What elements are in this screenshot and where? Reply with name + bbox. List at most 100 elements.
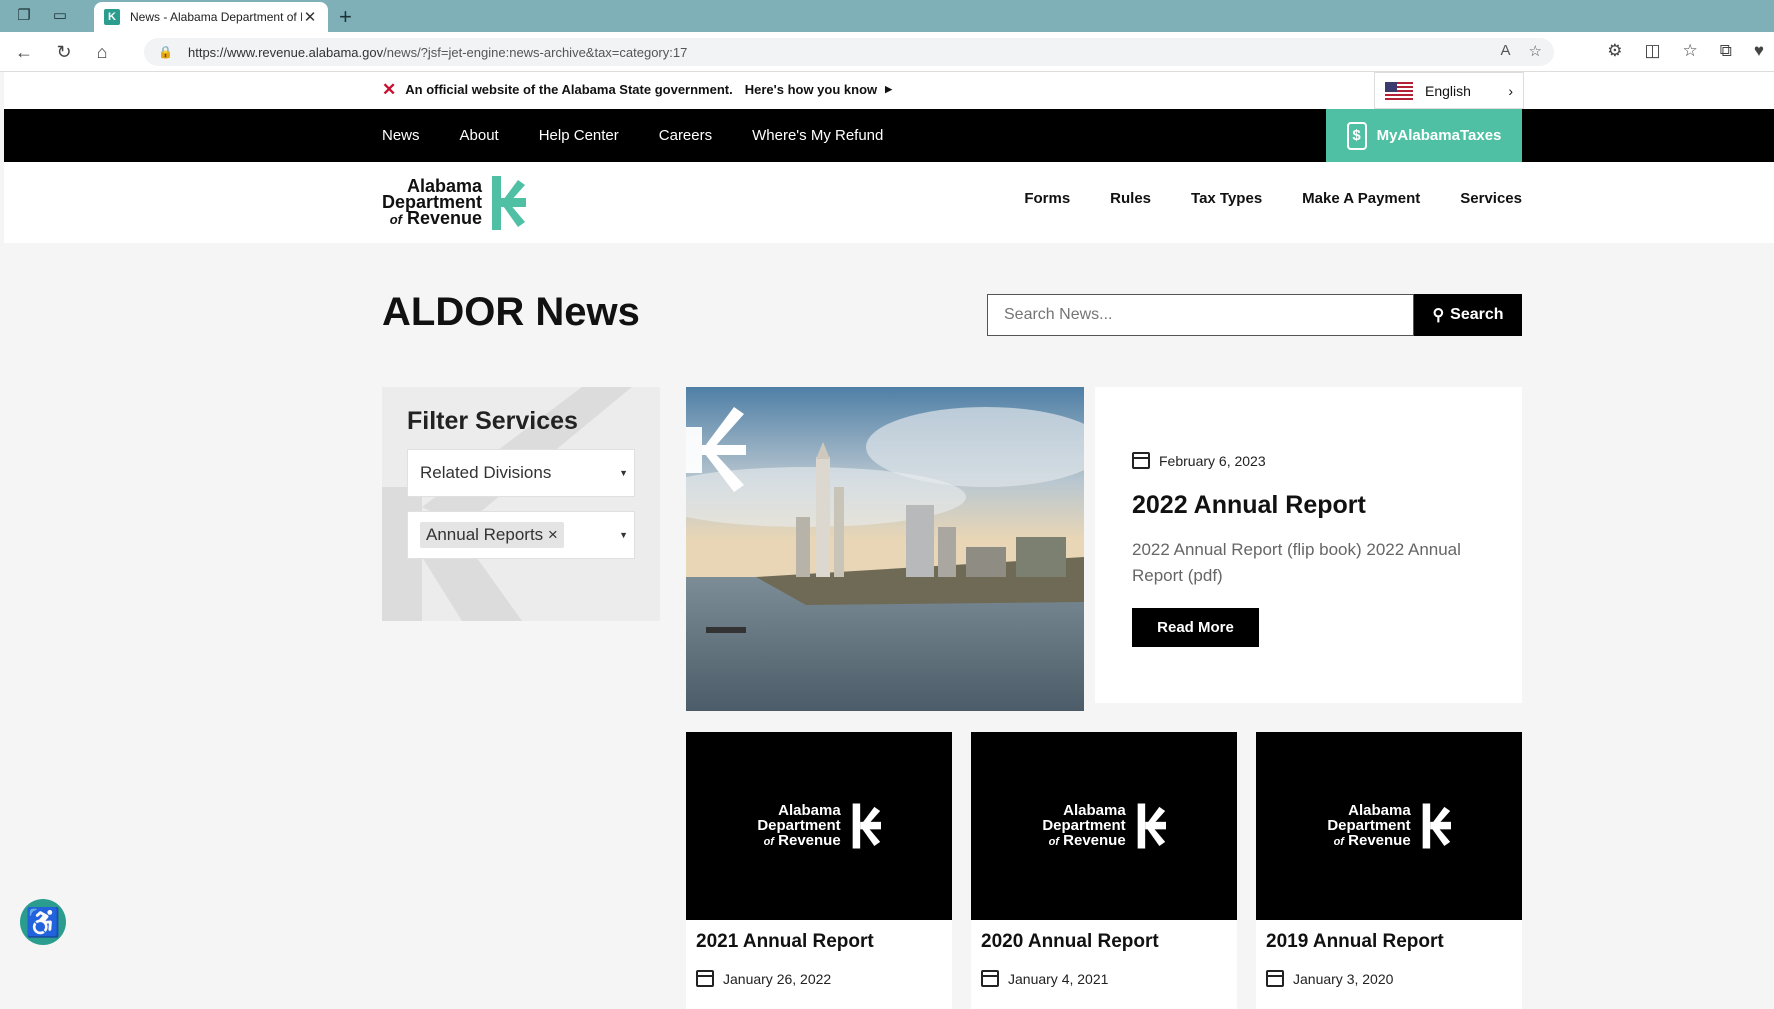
dropdown-arrow-icon: ▼ xyxy=(619,530,628,540)
logo-k-icon xyxy=(852,803,881,849)
logo-of: of xyxy=(389,212,402,227)
thumb-logo-line-revenue: Revenue xyxy=(778,831,841,849)
browser-toolbar: ⚙ ◫ ☆ ⧉ ♥ xyxy=(1607,41,1764,61)
new-tab-icon[interactable]: + xyxy=(339,4,352,30)
dropdown-arrow-icon: ▼ xyxy=(619,468,628,478)
featured-date-text: February 6, 2023 xyxy=(1159,452,1266,469)
featured-title[interactable]: 2022 Annual Report xyxy=(1132,491,1366,520)
card-date-text: January 26, 2022 xyxy=(723,970,832,987)
card-title[interactable]: 2020 Annual Report xyxy=(981,931,1159,953)
search-icon: ⚲ xyxy=(1432,307,1445,324)
card-thumbnail[interactable]: Alabama Department of Revenue xyxy=(971,732,1237,920)
card-date-text: January 4, 2021 xyxy=(1008,970,1109,987)
chevron-right-icon: › xyxy=(1508,82,1513,99)
search-button[interactable]: ⚲ Search xyxy=(1414,294,1522,336)
my-alabama-taxes-label: MyAlabamaTaxes xyxy=(1376,127,1502,144)
thumb-logo-of: of xyxy=(763,835,774,848)
home-icon[interactable]: ⌂ xyxy=(90,40,114,64)
nav-tax-types[interactable]: Tax Types xyxy=(1191,190,1262,207)
thumb-logo-line-revenue: Revenue xyxy=(1348,831,1411,849)
featured-date: February 6, 2023 xyxy=(1132,452,1266,469)
split-screen-icon[interactable]: ◫ xyxy=(1644,41,1660,61)
refresh-icon[interactable]: ↻ xyxy=(52,40,76,64)
card-thumbnail[interactable]: Alabama Department of Revenue xyxy=(686,732,952,920)
filter-title: Filter Services xyxy=(407,407,578,435)
web-page: ✕ An official website of the Alabama Sta… xyxy=(4,72,1774,1009)
address-bar-row: ← ↻ ⌂ 🔒 https://www.revenue.alabama.gov /… xyxy=(0,32,1774,72)
filter-panel: Filter Services Related Divisions ▼ Annu… xyxy=(382,387,660,621)
url-path: /news/?jsf=jet-engine:news-archive&tax=c… xyxy=(383,44,688,60)
thumb-logo-line-alabama: Alabama xyxy=(1348,801,1411,819)
category-select[interactable]: Annual Reports × ▼ xyxy=(407,511,635,559)
url-host: https://www.revenue.alabama.gov xyxy=(188,44,384,60)
remove-chip-icon[interactable]: × xyxy=(548,525,558,544)
heres-how-you-know-link[interactable]: Here's how you know xyxy=(745,82,877,97)
collections-icon[interactable]: ⧉ xyxy=(1720,41,1732,61)
search-button-label: Search xyxy=(1450,306,1504,323)
news-card[interactable]: Alabama Department of Revenue 2021 Annual … xyxy=(686,732,952,1009)
accessibility-icon[interactable]: ♿ xyxy=(20,899,66,945)
calendar-icon xyxy=(1266,970,1284,987)
related-divisions-label: Related Divisions xyxy=(420,463,552,482)
selected-category-label: Annual Reports xyxy=(426,525,544,544)
nav-news[interactable]: News xyxy=(382,127,420,144)
us-flag-icon xyxy=(1385,81,1413,100)
browser-tab[interactable]: K News - Alabama Department of Revenue ✕ xyxy=(94,2,328,32)
browser-essentials-icon[interactable]: ♥ xyxy=(1754,41,1764,61)
search-news-input[interactable] xyxy=(987,294,1414,336)
news-card[interactable]: Alabama Department of Revenue 2020 Annual … xyxy=(971,732,1237,1009)
favorites-icon[interactable]: ☆ xyxy=(1683,41,1698,61)
thumb-logo-of: of xyxy=(1048,835,1059,848)
language-selector[interactable]: English › xyxy=(1374,72,1524,109)
news-card[interactable]: Alabama Department of Revenue 2019 Annual … xyxy=(1256,732,1522,1009)
my-alabama-taxes-button[interactable]: $ MyAlabamaTaxes xyxy=(1326,109,1522,162)
selected-category-chip: Annual Reports × xyxy=(420,522,564,548)
browser-tab-bar: ❐ ▭ K News - Alabama Department of Reven… xyxy=(0,0,1774,32)
read-aloud-icon[interactable]: A xyxy=(1501,42,1511,60)
main-nav: Forms Rules Tax Types Make A Payment Ser… xyxy=(1024,190,1522,207)
card-date-text: January 3, 2020 xyxy=(1293,970,1394,987)
nav-help-center[interactable]: Help Center xyxy=(539,127,619,144)
url-field[interactable]: 🔒 https://www.revenue.alabama.gov/news/?… xyxy=(144,38,1554,66)
tab-title: News - Alabama Department of Revenue xyxy=(130,10,302,24)
nav-rules[interactable]: Rules xyxy=(1110,190,1151,207)
read-more-button[interactable]: Read More xyxy=(1132,608,1259,647)
favorite-star-icon[interactable]: ☆ xyxy=(1529,42,1542,60)
official-site-text: An official website of the Alabama State… xyxy=(405,82,733,97)
page-title: ALDOR News xyxy=(382,290,640,334)
calendar-icon xyxy=(696,970,714,987)
logo-k-icon xyxy=(492,176,527,230)
logo-k-icon xyxy=(1422,803,1451,849)
lock-icon[interactable]: 🔒 xyxy=(158,45,173,59)
logo-line-revenue: Revenue xyxy=(406,208,483,228)
featured-image[interactable] xyxy=(686,387,1084,711)
nav-careers[interactable]: Careers xyxy=(659,127,712,144)
related-divisions-select[interactable]: Related Divisions ▼ xyxy=(407,449,635,497)
card-title[interactable]: 2021 Annual Report xyxy=(696,931,874,953)
nav-services[interactable]: Services xyxy=(1460,190,1522,207)
calendar-icon xyxy=(1132,452,1150,469)
extensions-icon[interactable]: ⚙ xyxy=(1607,41,1622,61)
workspaces-icon[interactable]: ❐ xyxy=(15,7,33,25)
dollar-icon: $ xyxy=(1346,121,1367,150)
nav-about[interactable]: About xyxy=(460,127,499,144)
thumb-logo-line-department: Department xyxy=(1042,816,1126,834)
featured-excerpt: 2022 Annual Report (flip book) 2022 Annu… xyxy=(1132,540,1461,585)
thumb-logo-line-department: Department xyxy=(1327,816,1411,834)
gov-banner: ✕ An official website of the Alabama Sta… xyxy=(4,72,1774,109)
back-icon[interactable]: ← xyxy=(12,40,36,64)
thumb-logo-line-alabama: Alabama xyxy=(1063,801,1126,819)
close-tab-icon[interactable]: ✕ xyxy=(302,8,318,26)
nav-wheres-my-refund[interactable]: Where's My Refund xyxy=(752,127,883,144)
nav-make-a-payment[interactable]: Make A Payment xyxy=(1302,190,1420,207)
site-logo[interactable]: Alabama Department of Revenue xyxy=(382,176,527,230)
language-label: English xyxy=(1425,82,1471,99)
calendar-icon xyxy=(981,970,999,987)
card-title[interactable]: 2019 Annual Report xyxy=(1266,931,1444,953)
thumb-logo-of: of xyxy=(1333,835,1344,848)
card-thumbnail[interactable]: Alabama Department of Revenue xyxy=(1256,732,1522,920)
thumb-logo-line-department: Department xyxy=(757,816,841,834)
tab-actions-icon[interactable]: ▭ xyxy=(51,7,69,25)
card-date: January 3, 2020 xyxy=(1266,970,1393,987)
nav-forms[interactable]: Forms xyxy=(1024,190,1070,207)
